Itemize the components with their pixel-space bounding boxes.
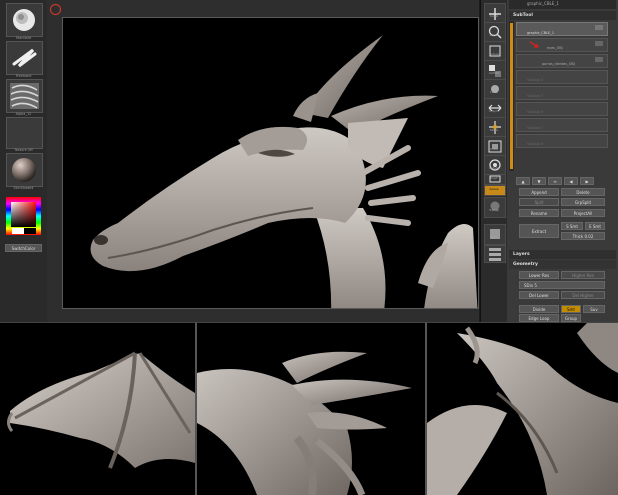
thick-slider[interactable]: Thick 0.02 (561, 232, 605, 240)
wing-render (7, 351, 195, 469)
del-lower-button[interactable]: Del Lower (519, 291, 559, 299)
sculpt-viewport[interactable] (62, 17, 479, 309)
project-all-button[interactable]: ProjectAll (561, 209, 605, 217)
layers-header[interactable]: Layers (509, 250, 616, 259)
subtool-scrollbar[interactable] (509, 21, 514, 171)
aahalf-label: AAHalf (488, 71, 500, 75)
actual-label: Actual (489, 52, 499, 56)
subtool-scroll-thumb[interactable] (510, 23, 513, 169)
rotate-label: Rotate (489, 166, 499, 170)
subtool-slot-2[interactable]: eyes_OBJ (516, 38, 608, 52)
divide-button[interactable]: Divide (519, 305, 559, 313)
standard-brush-icon[interactable] (6, 3, 43, 37)
subtool-slot-1[interactable]: graphic_CBLE_1 (516, 22, 608, 36)
tool-label-freehand: Freehand (15, 74, 32, 78)
move-down-arrow-icon[interactable]: ▼ (532, 177, 546, 185)
head-horns-render (197, 351, 412, 495)
append-button[interactable]: Append (519, 188, 559, 196)
suv-toggle[interactable]: Suv (583, 305, 605, 313)
stack-icon[interactable] (484, 245, 506, 263)
solo-label: Solo (490, 235, 498, 239)
color-picker[interactable] (6, 197, 41, 235)
switch-color-button[interactable]: SwitchColor (5, 244, 42, 252)
scale-label: Scale (489, 147, 499, 151)
back-wing-render (427, 323, 618, 495)
head-horns-view (197, 322, 427, 495)
palette-title: graphic_CBLE_1 (527, 1, 559, 6)
subtool-name: Subtool 6 (527, 110, 544, 114)
sdiv-slider[interactable]: SDiv 5 (519, 281, 605, 289)
tool-label-material: SkinShade4 (13, 186, 34, 190)
local-label: Local (490, 90, 498, 94)
visibility-eye-icon[interactable] (595, 41, 603, 46)
tool-label-alpha: Alpha_12 (15, 112, 32, 116)
left-toolbar: Standard Freehand Alpha_12 Texture Off S… (0, 0, 48, 322)
subtool-slot-7[interactable]: Subtool 7 (516, 118, 608, 132)
del-higher-button[interactable]: Del Higher (561, 291, 605, 299)
polyf-label: PolyF (490, 176, 498, 180)
subtool-header[interactable]: SubTool (509, 11, 616, 20)
s-smt-slider[interactable]: S Smt (561, 222, 583, 230)
next-subtool-icon[interactable]: ▶ (580, 177, 594, 185)
split-button[interactable]: Split (519, 198, 559, 206)
xpose-label: Xpose (489, 187, 499, 191)
l-sym-label: L.Sym (489, 109, 499, 113)
subtool-name: Subtool 5 (527, 94, 544, 98)
tool-label-texture: Texture Off (14, 148, 33, 152)
dragon-head-render (90, 35, 478, 308)
rename-button[interactable]: Rename (519, 209, 559, 217)
delete-button[interactable]: Delete (561, 188, 605, 196)
transp-label: Transp (489, 208, 499, 212)
texture-off-icon[interactable] (6, 117, 43, 149)
canvas-corner-marker-icon (49, 3, 62, 16)
grp-split-button[interactable]: GrpSplit (561, 198, 605, 206)
scroll-label: Scroll (489, 14, 499, 18)
subtool-name: graphic_CBLE_1 (527, 31, 555, 35)
smt-toggle[interactable]: Smt (561, 305, 581, 313)
prev-subtool-icon[interactable]: ◀ (564, 177, 578, 185)
material-sphere-icon[interactable] (6, 153, 43, 187)
tool-label-standard: Standard (15, 36, 32, 40)
red-arrow-icon (529, 41, 539, 48)
subtool-slot-4[interactable]: Subtool 4 (516, 70, 608, 84)
subtool-slot-8[interactable]: Subtool 8 (516, 134, 608, 148)
move-label: Move (489, 128, 499, 132)
subtool-slot-6[interactable]: Subtool 6 (516, 102, 608, 116)
visibility-eye-icon[interactable] (595, 57, 603, 62)
subtool-slot-3[interactable]: parras_dientes_OBJ (516, 54, 608, 68)
lower-res-button[interactable]: Lower Res (519, 271, 559, 279)
e-smt-slider[interactable]: E Smt (585, 222, 605, 230)
subtool-name: eyes_OBJ (547, 46, 563, 50)
back-wing-view (427, 322, 618, 495)
transform-toolbar: Scroll Zoom Actual AAHalf Local L.Sym Mo… (480, 0, 508, 322)
palette-title-bar: graphic_CBLE_1 (509, 0, 616, 9)
freehand-stroke-icon[interactable] (6, 41, 43, 75)
edge-loop-button[interactable]: Edge Loop (519, 314, 559, 322)
alpha-texture-icon[interactable] (6, 79, 43, 113)
tool-palette: graphic_CBLE_1 SubTool graphic_CBLE_1 ey… (507, 0, 618, 322)
subtool-name: Subtool 8 (527, 142, 544, 146)
higher-res-button[interactable]: Higher Res (561, 271, 605, 279)
geometry-header[interactable]: Geometry (509, 260, 616, 269)
list-all-icon[interactable]: ≡ (548, 177, 562, 185)
subtool-name: Subtool 4 (527, 78, 544, 82)
visibility-eye-icon[interactable] (595, 25, 603, 30)
extract-button[interactable]: Extract (519, 224, 559, 238)
move-up-arrow-icon[interactable]: ▲ (516, 177, 530, 185)
subtool-slot-5[interactable]: Subtool 5 (516, 86, 608, 100)
wing-view (0, 322, 197, 495)
zoom-label: Zoom (489, 33, 499, 37)
group-toggle[interactable]: Group (561, 314, 581, 322)
subtool-name: Subtool 7 (527, 126, 544, 130)
subtool-name: parras_dientes_OBJ (542, 62, 575, 66)
